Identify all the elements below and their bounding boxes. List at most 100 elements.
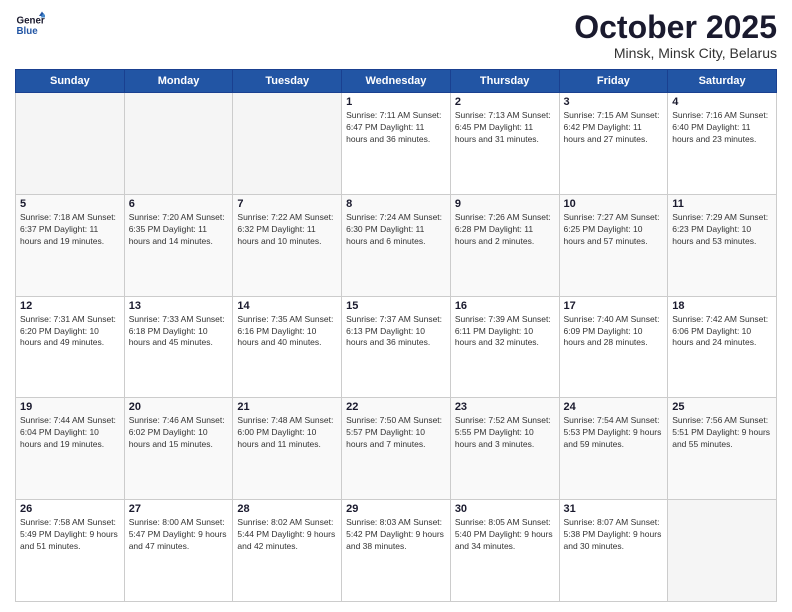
day-info: Sunrise: 7:11 AM Sunset: 6:47 PM Dayligh… xyxy=(346,110,446,146)
table-row xyxy=(124,93,233,195)
day-number: 15 xyxy=(346,300,446,312)
table-row: 21Sunrise: 7:48 AM Sunset: 6:00 PM Dayli… xyxy=(233,398,342,500)
calendar-table: Sunday Monday Tuesday Wednesday Thursday… xyxy=(15,69,777,602)
dow-sunday: Sunday xyxy=(16,70,125,93)
table-row: 15 Sunrise: 7:37 AM Sunset: 6:13 PM Dayli… xyxy=(342,296,451,398)
dow-wednesday: Wednesday xyxy=(342,70,451,93)
table-row: 4Sunrise: 7:16 AM Sunset: 6:40 PM Daylig… xyxy=(668,93,777,195)
day-number: 23 xyxy=(455,401,555,413)
day-number: 22 xyxy=(346,401,446,413)
day-number: 20 xyxy=(129,401,229,413)
table-row: 26 Sunrise: 7:58 AM Sunset: 5:49 PM Dayli… xyxy=(16,500,125,602)
table-row xyxy=(668,500,777,602)
table-row: 1 Sunrise: 7:11 AM Sunset: 6:47 PM Daylig… xyxy=(342,93,451,195)
day-info: Sunrise: 7:20 AM Sunset: 6:35 PM Dayligh… xyxy=(129,212,229,248)
day-info: Sunrise: 7:33 AM Sunset: 6:18 PM Dayligh… xyxy=(129,314,229,350)
page: General Blue October 2025 Minsk, Minsk C… xyxy=(0,0,792,612)
day-info: Sunrise: 8:03 AM Sunset: 5:42 PM Dayligh… xyxy=(346,517,446,553)
day-number: 1 xyxy=(346,96,446,108)
day-info: Sunrise: 7:29 AM Sunset: 6:23 PM Dayligh… xyxy=(672,212,772,248)
table-row: 27 Sunrise: 8:00 AM Sunset: 5:47 PM Dayli… xyxy=(124,500,233,602)
day-info: Sunrise: 8:02 AM Sunset: 5:44 PM Dayligh… xyxy=(237,517,337,553)
day-number: 13 xyxy=(129,300,229,312)
svg-text:General: General xyxy=(17,16,46,27)
location: Minsk, Minsk City, Belarus xyxy=(574,45,777,61)
svg-text:Blue: Blue xyxy=(17,26,39,37)
day-number: 2 xyxy=(455,96,555,108)
table-row: 11Sunrise: 7:29 AM Sunset: 6:23 PM Dayli… xyxy=(668,194,777,296)
day-number: 18 xyxy=(672,300,772,312)
table-row: 24 Sunrise: 7:54 AM Sunset: 5:53 PM Dayli… xyxy=(559,398,668,500)
day-info: Sunrise: 7:37 AM Sunset: 6:13 PM Dayligh… xyxy=(346,314,446,350)
table-row: 10 Sunrise: 7:27 AM Sunset: 6:25 PM Dayli… xyxy=(559,194,668,296)
day-number: 5 xyxy=(20,198,120,210)
table-row: 17 Sunrise: 7:40 AM Sunset: 6:09 PM Dayli… xyxy=(559,296,668,398)
table-row: 16Sunrise: 7:39 AM Sunset: 6:11 PM Dayli… xyxy=(450,296,559,398)
day-info: Sunrise: 7:54 AM Sunset: 5:53 PM Dayligh… xyxy=(564,415,664,451)
table-row: 19 Sunrise: 7:44 AM Sunset: 6:04 PM Dayli… xyxy=(16,398,125,500)
table-row: 13 Sunrise: 7:33 AM Sunset: 6:18 PM Dayli… xyxy=(124,296,233,398)
table-row: 7 Sunrise: 7:22 AM Sunset: 6:32 PM Daylig… xyxy=(233,194,342,296)
table-row: 25 Sunrise: 7:56 AM Sunset: 5:51 PM Dayli… xyxy=(668,398,777,500)
day-number: 16 xyxy=(455,300,555,312)
day-number: 10 xyxy=(564,198,664,210)
day-number: 3 xyxy=(564,96,664,108)
table-row xyxy=(16,93,125,195)
day-number: 26 xyxy=(20,503,120,515)
day-info: Sunrise: 7:31 AM Sunset: 6:20 PM Dayligh… xyxy=(20,314,120,350)
dow-thursday: Thursday xyxy=(450,70,559,93)
day-number: 24 xyxy=(564,401,664,413)
day-info: Sunrise: 7:44 AM Sunset: 6:04 PM Dayligh… xyxy=(20,415,120,451)
day-info: Sunrise: 8:07 AM Sunset: 5:38 PM Dayligh… xyxy=(564,517,664,553)
logo: General Blue xyxy=(15,10,45,40)
dow-tuesday: Tuesday xyxy=(233,70,342,93)
table-row xyxy=(233,93,342,195)
day-number: 31 xyxy=(564,503,664,515)
header: General Blue October 2025 Minsk, Minsk C… xyxy=(15,10,777,61)
day-info: Sunrise: 7:52 AM Sunset: 5:55 PM Dayligh… xyxy=(455,415,555,451)
day-info: Sunrise: 7:42 AM Sunset: 6:06 PM Dayligh… xyxy=(672,314,772,350)
day-number: 29 xyxy=(346,503,446,515)
day-info: Sunrise: 8:05 AM Sunset: 5:40 PM Dayligh… xyxy=(455,517,555,553)
day-info: Sunrise: 7:26 AM Sunset: 6:28 PM Dayligh… xyxy=(455,212,555,248)
day-number: 7 xyxy=(237,198,337,210)
table-row: 20 Sunrise: 7:46 AM Sunset: 6:02 PM Dayli… xyxy=(124,398,233,500)
table-row: 31 Sunrise: 8:07 AM Sunset: 5:38 PM Dayli… xyxy=(559,500,668,602)
table-row: 30Sunrise: 8:05 AM Sunset: 5:40 PM Dayli… xyxy=(450,500,559,602)
day-info: Sunrise: 7:35 AM Sunset: 6:16 PM Dayligh… xyxy=(237,314,337,350)
day-number: 4 xyxy=(672,96,772,108)
day-info: Sunrise: 7:46 AM Sunset: 6:02 PM Dayligh… xyxy=(129,415,229,451)
day-number: 17 xyxy=(564,300,664,312)
title-block: October 2025 Minsk, Minsk City, Belarus xyxy=(574,10,777,61)
table-row: 28 Sunrise: 8:02 AM Sunset: 5:44 PM Dayli… xyxy=(233,500,342,602)
day-info: Sunrise: 7:48 AM Sunset: 6:00 PM Dayligh… xyxy=(237,415,337,451)
table-row: 6 Sunrise: 7:20 AM Sunset: 6:35 PM Daylig… xyxy=(124,194,233,296)
day-info: Sunrise: 7:24 AM Sunset: 6:30 PM Dayligh… xyxy=(346,212,446,248)
table-row: 8 Sunrise: 7:24 AM Sunset: 6:30 PM Daylig… xyxy=(342,194,451,296)
day-number: 6 xyxy=(129,198,229,210)
table-row: 23 Sunrise: 7:52 AM Sunset: 5:55 PM Dayli… xyxy=(450,398,559,500)
day-info: Sunrise: 7:18 AM Sunset: 6:37 PM Dayligh… xyxy=(20,212,120,248)
day-info: Sunrise: 7:22 AM Sunset: 6:32 PM Dayligh… xyxy=(237,212,337,248)
table-row: 14 Sunrise: 7:35 AM Sunset: 6:16 PM Dayli… xyxy=(233,296,342,398)
day-info: Sunrise: 8:00 AM Sunset: 5:47 PM Dayligh… xyxy=(129,517,229,553)
day-number: 25 xyxy=(672,401,772,413)
day-info: Sunrise: 7:15 AM Sunset: 6:42 PM Dayligh… xyxy=(564,110,664,146)
day-number: 12 xyxy=(20,300,120,312)
day-info: Sunrise: 7:40 AM Sunset: 6:09 PM Dayligh… xyxy=(564,314,664,350)
table-row: 9Sunrise: 7:26 AM Sunset: 6:28 PM Daylig… xyxy=(450,194,559,296)
dow-monday: Monday xyxy=(124,70,233,93)
table-row: 5 Sunrise: 7:18 AM Sunset: 6:37 PM Daylig… xyxy=(16,194,125,296)
day-number: 28 xyxy=(237,503,337,515)
table-row: 12 Sunrise: 7:31 AM Sunset: 6:20 PM Dayli… xyxy=(16,296,125,398)
day-info: Sunrise: 7:58 AM Sunset: 5:49 PM Dayligh… xyxy=(20,517,120,553)
logo-icon: General Blue xyxy=(15,10,45,40)
day-info: Sunrise: 7:56 AM Sunset: 5:51 PM Dayligh… xyxy=(672,415,772,451)
day-number: 27 xyxy=(129,503,229,515)
day-info: Sunrise: 7:27 AM Sunset: 6:25 PM Dayligh… xyxy=(564,212,664,248)
day-number: 14 xyxy=(237,300,337,312)
day-number: 8 xyxy=(346,198,446,210)
day-number: 19 xyxy=(20,401,120,413)
dow-friday: Friday xyxy=(559,70,668,93)
table-row: 3 Sunrise: 7:15 AM Sunset: 6:42 PM Daylig… xyxy=(559,93,668,195)
